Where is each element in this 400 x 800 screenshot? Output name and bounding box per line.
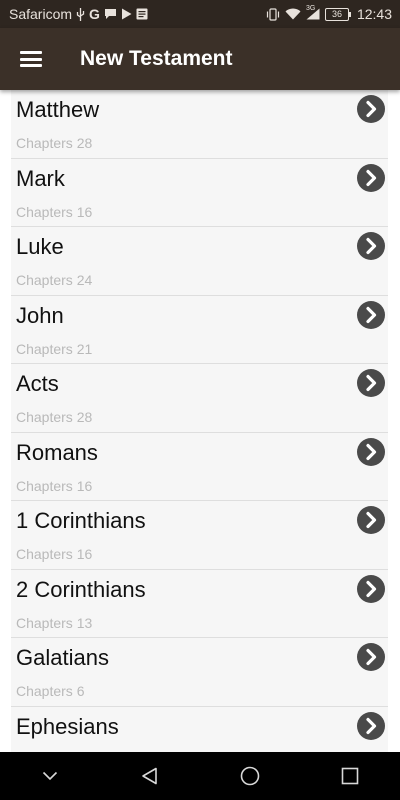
play-store-icon [121,8,132,20]
image-icon [136,8,148,20]
list-item[interactable]: Galatians Chapters 6 [11,638,388,707]
recent-apps-icon[interactable] [330,756,370,796]
carrier-name: Safaricom [9,6,73,22]
hamburger-menu-icon[interactable] [20,51,42,67]
chevron-right-icon[interactable] [357,163,385,192]
back-icon[interactable] [130,756,170,796]
network-type-label: 3G [305,5,316,12]
chevron-right-icon[interactable] [357,643,385,671]
chevron-right-icon[interactable] [357,437,385,466]
book-name: Luke [16,234,64,259]
chat-icon [104,8,117,20]
chevron-right-icon[interactable] [357,506,385,534]
list-item[interactable]: Romans Chapters 16 [11,432,388,501]
list-item[interactable]: 1 Corinthians Chapters 16 [11,501,388,570]
chapter-count: Chapters 28 [16,409,93,425]
chapter-count: Chapters 6 [16,683,85,699]
list-item[interactable]: John Chapters 21 [11,295,388,364]
clock: 12:43 [356,6,392,22]
book-list[interactable]: Matthew Chapters 28 Mark Chapters 16 Luk… [0,90,400,752]
hide-nav-icon[interactable] [30,756,70,796]
chapter-count: Chapters 21 [16,340,93,357]
system-navigation-bar [0,752,400,800]
book-name: Romans [16,439,98,465]
book-name: Mark [16,165,65,191]
wifi-icon [285,8,301,20]
page-title: New Testament [80,47,233,70]
chapter-count: Chapters 16 [16,477,93,494]
vibrate-icon [266,7,280,21]
chevron-right-icon[interactable] [357,711,385,740]
book-name: John [16,302,64,328]
google-icon: G [89,6,100,22]
signal-icon: 3G [305,5,320,20]
battery-icon: 36 [324,7,351,21]
book-name: 2 Corinthians [16,576,146,602]
app-bar: New Testament [0,28,400,90]
chevron-right-icon[interactable] [357,232,385,260]
book-name: Galatians [16,645,109,670]
chevron-right-icon[interactable] [357,369,385,397]
chevron-right-icon[interactable] [357,574,385,603]
status-bar: Safaricom G 3G 36 12:43 [0,0,400,28]
chapter-count: Chapters 24 [16,272,93,288]
list-item[interactable]: 2 Corinthians Chapters 13 [11,569,388,638]
usb-icon [76,7,85,21]
book-name: Matthew [16,97,100,122]
chapter-count: Chapters 16 [16,546,93,562]
chapter-count: Chapters 13 [16,614,93,631]
list-item[interactable]: Ephesians [11,706,388,752]
book-name: Ephesians [16,713,119,739]
book-name: 1 Corinthians [16,508,146,533]
list-item[interactable]: Matthew Chapters 28 [11,90,388,159]
battery-level: 36 [331,8,342,19]
book-name: Acts [16,371,59,396]
home-icon[interactable] [230,756,270,796]
list-item[interactable]: Acts Chapters 28 [11,364,388,433]
list-item[interactable]: Mark Chapters 16 [11,158,388,227]
chapter-count: Chapters 16 [16,203,93,220]
list-item[interactable]: Luke Chapters 24 [11,227,388,296]
chevron-right-icon[interactable] [357,300,385,329]
chevron-right-icon[interactable] [357,95,385,123]
chapter-count: Chapters 28 [16,135,93,151]
